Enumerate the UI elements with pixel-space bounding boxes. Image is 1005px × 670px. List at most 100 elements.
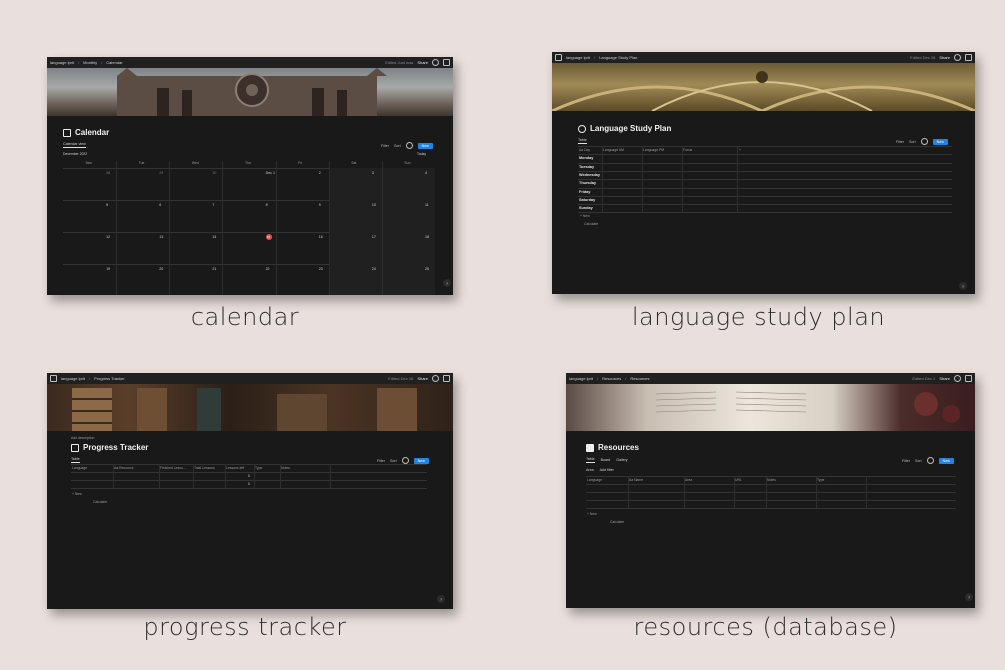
breadcrumb-calendar[interactable]: Calendar — [106, 60, 122, 65]
breadcrumb-resources[interactable]: Resources — [602, 376, 621, 381]
help-button[interactable]: ? — [443, 279, 451, 287]
column-header[interactable]: Aa Name — [629, 478, 643, 482]
help-button[interactable]: ? — [437, 595, 445, 603]
sort-button[interactable]: Sort — [390, 459, 397, 463]
table-row-day[interactable]: Sunday — [579, 206, 593, 210]
column-header[interactable]: Notes — [281, 466, 290, 470]
share-button[interactable]: Share — [417, 376, 428, 381]
search-icon[interactable] — [926, 457, 934, 464]
today-button[interactable]: Today — [417, 152, 426, 156]
star-icon[interactable] — [965, 375, 972, 382]
calendar-date[interactable]: 22 — [266, 267, 270, 271]
breadcrumb-workspace[interactable]: language lprit — [50, 60, 74, 65]
sort-button[interactable]: Sort — [909, 140, 916, 144]
calendar-date[interactable]: 14 — [212, 235, 216, 239]
calendar-date[interactable]: 30 — [212, 171, 216, 175]
new-button[interactable]: New — [938, 457, 954, 464]
calendar-date[interactable]: 20 — [159, 267, 163, 271]
calendar-date[interactable]: 3 — [372, 171, 374, 175]
column-header[interactable]: Lessons left — [226, 466, 244, 470]
back-icon[interactable] — [555, 54, 562, 61]
share-button[interactable]: Share — [939, 55, 950, 60]
calendar-date[interactable]: 9 — [319, 203, 321, 207]
comments-icon[interactable] — [954, 375, 961, 382]
column-header[interactable]: URL — [735, 478, 742, 482]
table-row-day[interactable]: Monday — [579, 156, 593, 160]
column-header[interactable]: Focus — [683, 148, 692, 152]
calendar-date[interactable]: 13 — [159, 235, 163, 239]
comments-icon[interactable] — [432, 375, 439, 382]
calendar-date[interactable]: 8 — [266, 203, 268, 207]
weekend-cell[interactable] — [328, 168, 382, 200]
calendar-date[interactable]: 6 — [159, 203, 161, 207]
breadcrumb-resources-db[interactable]: Resources — [630, 376, 649, 381]
column-header[interactable]: Language — [72, 466, 87, 470]
tab-table[interactable]: Table — [71, 457, 80, 463]
add-filter-button[interactable]: Add filter — [600, 468, 614, 472]
column-header[interactable]: Finished Lesso... — [160, 466, 186, 470]
add-row-button[interactable]: + New — [72, 492, 82, 496]
calendar-date[interactable]: 10 — [372, 203, 376, 207]
new-button[interactable]: New — [417, 142, 433, 149]
star-icon[interactable] — [443, 59, 450, 66]
breadcrumb-progress[interactable]: Progress Tracker — [94, 376, 124, 381]
comments-icon[interactable] — [432, 59, 439, 66]
star-icon[interactable] — [443, 375, 450, 382]
add-row-button[interactable]: + New — [580, 214, 590, 218]
filter-button[interactable]: Filter — [896, 140, 904, 144]
calculate-button[interactable]: Calculate — [93, 500, 107, 504]
calendar-date[interactable]: 23 — [319, 267, 323, 271]
column-header[interactable]: Notes — [767, 478, 776, 482]
filter-button[interactable]: Filter — [902, 459, 910, 463]
column-header[interactable]: Aa Resource — [114, 466, 134, 470]
today-marker[interactable]: 15 — [265, 234, 272, 240]
filter-button[interactable]: Filter — [381, 144, 389, 148]
breadcrumb-workspace[interactable]: language lprit — [61, 376, 85, 381]
sort-button[interactable]: Sort — [394, 144, 401, 148]
calculate-button[interactable]: Calculate — [610, 520, 624, 524]
calendar-date[interactable]: 12 — [106, 235, 110, 239]
new-button[interactable]: New — [413, 457, 429, 464]
help-button[interactable]: ? — [965, 593, 973, 601]
tab-calendar-view[interactable]: Calendar view — [63, 142, 86, 148]
calendar-date[interactable]: 19 — [106, 267, 110, 271]
help-button[interactable]: ? — [959, 282, 967, 290]
calendar-date[interactable]: 5 — [106, 203, 108, 207]
sort-button[interactable]: Sort — [915, 459, 922, 463]
table-row-day[interactable]: Tuesday — [579, 165, 594, 169]
add-description[interactable]: Add description — [71, 436, 94, 440]
back-icon[interactable] — [50, 375, 57, 382]
column-header[interactable]: Type — [817, 478, 824, 482]
column-header[interactable]: Language AM — [603, 148, 624, 152]
search-icon[interactable] — [401, 457, 409, 464]
search-icon[interactable] — [405, 142, 413, 149]
calendar-date[interactable]: 7 — [212, 203, 214, 207]
calendar-date[interactable]: 18 — [425, 235, 429, 239]
calendar-date[interactable]: 16 — [319, 235, 323, 239]
calendar-date[interactable]: 17 — [372, 235, 376, 239]
breadcrumb-workspace[interactable]: language lprit — [566, 55, 590, 60]
table-row-day[interactable]: Thursday — [579, 181, 596, 185]
calendar-date[interactable]: 29 — [159, 171, 163, 175]
calendar-date[interactable]: 21 — [212, 267, 216, 271]
column-header[interactable]: Type — [255, 466, 262, 470]
tab-gallery[interactable]: Gallery — [616, 458, 627, 462]
calendar-date[interactable]: 24 — [372, 267, 376, 271]
add-row-button[interactable]: + New — [587, 512, 597, 516]
column-header[interactable]: Area — [685, 478, 692, 482]
comments-icon[interactable] — [954, 54, 961, 61]
calculate-button[interactable]: Calculate — [584, 222, 598, 226]
table-row-day[interactable]: Wednesday — [579, 173, 600, 177]
calendar-date[interactable]: Dec 1 — [266, 171, 275, 175]
breadcrumb-workspace[interactable]: language lprit — [569, 376, 593, 381]
share-button[interactable]: Share — [417, 60, 428, 65]
breadcrumb-monthly[interactable]: Monthly — [83, 60, 97, 65]
calendar-date[interactable]: 11 — [425, 203, 429, 207]
weekend-cell[interactable] — [381, 168, 435, 200]
column-header[interactable]: Total Lessons — [194, 466, 215, 470]
calendar-date[interactable]: 2 — [319, 171, 321, 175]
tab-board[interactable]: Board — [601, 458, 611, 462]
column-header[interactable]: Language PM — [643, 148, 664, 152]
area-filter-chip[interactable]: Area — [586, 468, 594, 472]
star-icon[interactable] — [965, 54, 972, 61]
